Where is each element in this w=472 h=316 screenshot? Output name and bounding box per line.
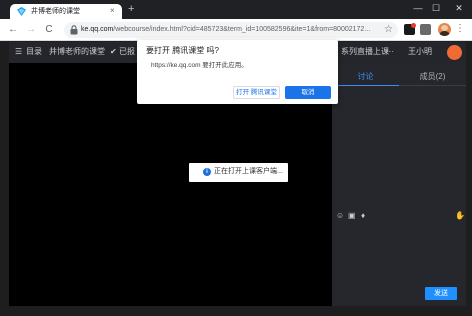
browser-toolbar: ← → C ke.qq.com/webcourse/index.html?cid… bbox=[0, 19, 472, 41]
maximize-button[interactable]: ☐ bbox=[428, 2, 444, 14]
forward-button[interactable]: → bbox=[25, 23, 37, 36]
new-tab-button[interactable]: + bbox=[128, 3, 134, 16]
browser-tabstrip: 井博老师的课堂 × + — ☐ ✕ bbox=[0, 0, 472, 19]
tab-divider bbox=[399, 85, 466, 86]
send-button[interactable]: 发送 bbox=[425, 287, 457, 300]
more-button[interactable]: ··· bbox=[386, 46, 394, 58]
reload-button[interactable]: C bbox=[43, 23, 55, 36]
status-label: 已报 bbox=[119, 47, 135, 56]
tab-members[interactable]: 成员(2) bbox=[399, 71, 466, 83]
discussion-panel: 讨论 成员(2) ☺ ▣ ♦ ✋ 发送 bbox=[332, 63, 466, 306]
image-icon[interactable]: ▣ bbox=[348, 211, 356, 221]
catalog-link[interactable]: 目录 bbox=[26, 46, 42, 58]
browser-tab[interactable]: 井博老师的课堂 × bbox=[10, 4, 122, 19]
active-tab-indicator bbox=[332, 85, 399, 86]
chat-toolbar: ☺ ▣ ♦ ✋ bbox=[332, 209, 466, 223]
bookmark-star-icon[interactable]: ☆ bbox=[384, 23, 393, 36]
emoji-icon[interactable]: ☺ bbox=[336, 211, 344, 221]
user-name[interactable]: 王小明 bbox=[408, 46, 432, 58]
back-button[interactable]: ← bbox=[7, 23, 19, 36]
cancel-button[interactable]: 取消 bbox=[285, 86, 331, 99]
chat-input[interactable]: 发送 bbox=[332, 223, 466, 306]
dialog-title: 要打开 腾讯课堂 吗? bbox=[146, 46, 219, 55]
open-app-dialog: 要打开 腾讯课堂 吗? https://ke.qq.com 要打开此应用。 打开… bbox=[137, 40, 338, 104]
open-app-button[interactable]: 打开 腾讯课堂 bbox=[233, 86, 280, 99]
mic-icon[interactable]: ♦ bbox=[361, 211, 365, 221]
notice-text: 正在打开上课客户端... bbox=[214, 168, 283, 175]
extension-icon-2[interactable] bbox=[420, 24, 431, 35]
course-name: 井博老师的课堂 bbox=[49, 47, 105, 56]
dialog-message: https://ke.qq.com 要打开此应用。 bbox=[151, 62, 248, 69]
raise-hand-icon[interactable]: ✋ bbox=[455, 211, 465, 221]
tab-close-icon[interactable]: × bbox=[110, 5, 115, 17]
lock-icon bbox=[70, 25, 78, 35]
live-title: 系列直播上课 bbox=[341, 47, 389, 56]
info-icon: i bbox=[203, 168, 211, 176]
menu-icon[interactable]: ☰ bbox=[15, 46, 22, 58]
check-icon: ✔ bbox=[110, 47, 117, 56]
tab-discussion[interactable]: 讨论 bbox=[332, 71, 399, 83]
profile-avatar[interactable] bbox=[438, 23, 451, 36]
url-text[interactable]: ke.qq.com/webcourse/index.html?cid=48572… bbox=[81, 24, 381, 36]
url-host: ke.qq.com bbox=[81, 26, 114, 33]
tab-title: 井博老师的课堂 bbox=[31, 8, 80, 15]
address-bar[interactable]: ke.qq.com/webcourse/index.html?cid=48572… bbox=[64, 22, 398, 38]
course-favicon-icon bbox=[17, 7, 26, 16]
close-window-button[interactable]: ✕ bbox=[451, 2, 467, 14]
user-avatar[interactable] bbox=[447, 45, 462, 60]
url-path: /webcourse/index.html?cid=485723&term_id… bbox=[113, 26, 371, 33]
browser-menu-icon[interactable]: ⋮ bbox=[455, 22, 465, 36]
minimize-button[interactable]: — bbox=[410, 2, 426, 14]
opening-client-notice: i 正在打开上课客户端... bbox=[189, 163, 288, 182]
extension-icon[interactable] bbox=[404, 23, 416, 35]
